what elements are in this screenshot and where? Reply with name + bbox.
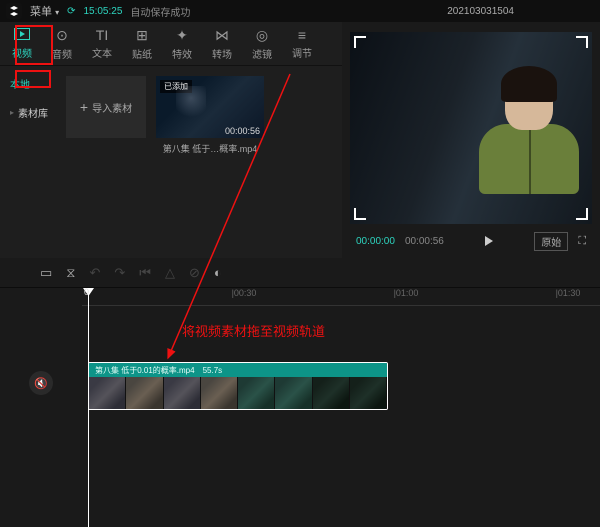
tab-effects[interactable]: ✦特效: [162, 22, 202, 65]
filter-icon: ◎: [256, 27, 268, 44]
tab-video[interactable]: 视频: [2, 22, 42, 65]
video-track[interactable]: 第八集 低于0.01的概率.mp4 55.7s: [84, 354, 600, 414]
redo-button[interactable]: ↷: [114, 265, 125, 281]
tab-transition[interactable]: ⋈转场: [202, 22, 242, 65]
link-tool[interactable]: ⊘: [189, 265, 200, 281]
track-mute-button[interactable]: 🔇: [29, 371, 53, 395]
app-logo: [6, 3, 22, 19]
play-button[interactable]: [485, 236, 493, 246]
menu-button[interactable]: 菜单 ▾: [30, 3, 59, 19]
annotation-text: 将视频素材拖至视频轨道: [182, 321, 325, 340]
tab-audio[interactable]: ⊙音频: [42, 22, 82, 65]
playback-duration: 00:00:56: [405, 236, 444, 247]
transition-icon: ⋈: [215, 27, 229, 44]
ruler-tick: |01:00: [394, 288, 419, 298]
timeline-ruler[interactable]: |00:30 |01:00 |01:30: [82, 288, 600, 306]
audio-icon: ⊙: [56, 27, 68, 44]
effects-icon: ✦: [176, 27, 188, 44]
added-badge: 已添加: [160, 80, 192, 93]
project-name: 202103031504: [447, 6, 514, 17]
undo-button[interactable]: ↶: [89, 265, 100, 281]
marker-tool[interactable]: △: [165, 265, 175, 281]
playhead-tool[interactable]: ⏮: [139, 265, 151, 281]
media-clip[interactable]: 已添加 00:00:56 第八集 低于…概率.mp4: [156, 76, 264, 155]
toggle-tool[interactable]: ◐: [214, 265, 222, 280]
timeline-clip-name: 第八集 低于0.01的概率.mp4: [95, 365, 195, 376]
sidebar-item-library[interactable]: ▸素材库: [4, 101, 54, 124]
tab-sticker[interactable]: ⊞贴纸: [122, 22, 162, 65]
sticker-icon: ⊞: [136, 27, 148, 44]
plus-icon: +: [80, 99, 88, 115]
timeline-toolbar: ▭ ⧖ ↶ ↷ ⏮ △ ⊘ ◐: [0, 258, 600, 288]
fullscreen-button[interactable]: ⛶: [578, 235, 586, 248]
tab-adjust[interactable]: ≡调节: [282, 22, 322, 65]
playback-current-time: 00:00:00: [356, 236, 395, 247]
crop-handle-bl[interactable]: [354, 208, 366, 220]
sync-icon: ⟳: [67, 6, 75, 17]
clip-duration: 00:00:56: [225, 126, 260, 136]
quality-button[interactable]: 原始: [534, 232, 568, 251]
adjust-icon: ≡: [298, 27, 306, 43]
crop-handle-br[interactable]: [576, 208, 588, 220]
crop-handle-tl[interactable]: [354, 36, 366, 48]
crop-handle-tr[interactable]: [576, 36, 588, 48]
sidebar-item-local[interactable]: 本地: [4, 72, 54, 95]
autosave-status-text: 自动保存成功: [130, 4, 190, 19]
timeline-clip[interactable]: 第八集 低于0.01的概率.mp4 55.7s: [88, 362, 388, 410]
preview-viewport[interactable]: [350, 32, 592, 224]
split-tool[interactable]: ⧖: [66, 265, 75, 281]
video-icon: [14, 27, 30, 43]
import-media-button[interactable]: + 导入素材: [66, 76, 146, 138]
select-tool[interactable]: ▭: [40, 265, 52, 281]
text-icon: TI: [96, 27, 108, 43]
tab-text[interactable]: TI文本: [82, 22, 122, 65]
autosave-time: 15:05:25: [83, 6, 122, 17]
tool-tabs: 视频 ⊙音频 TI文本 ⊞贴纸 ✦特效 ⋈转场 ◎滤镜 ≡调节: [0, 22, 342, 66]
ruler-tick: |00:30: [232, 288, 257, 298]
clip-filename: 第八集 低于…概率.mp4: [156, 142, 264, 155]
media-clip-thumbnail[interactable]: 已添加 00:00:56: [156, 76, 264, 138]
timeline-clip-length: 55.7s: [203, 366, 223, 375]
tab-filter[interactable]: ◎滤镜: [242, 22, 282, 65]
ruler-tick: |01:30: [556, 288, 581, 298]
